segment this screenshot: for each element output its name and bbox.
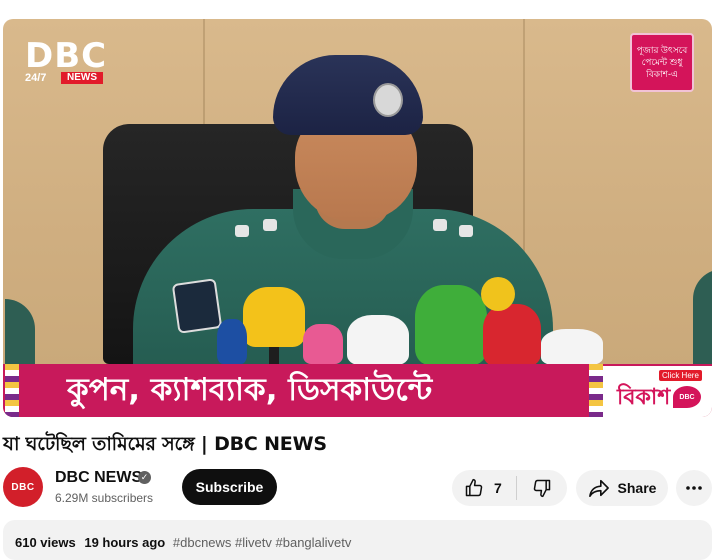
upload-age: 19 hours ago: [84, 535, 166, 550]
video-player[interactable]: DBC 24/7 NEWS পূজার উৎসবে পেমেন্ট শুধু ব…: [3, 19, 712, 417]
logo-news: NEWS: [61, 72, 103, 84]
subscriber-count: 6.29M subscribers: [55, 491, 154, 505]
corner-ad-line: পেমেন্ট শুধু: [641, 57, 683, 67]
share-arrow-icon: [588, 478, 610, 498]
logo-247: 24/7: [25, 72, 47, 84]
ad-pattern-right: [589, 364, 603, 417]
microphone: [483, 304, 541, 366]
channel-avatar[interactable]: DBC: [3, 467, 43, 507]
rank-star: [263, 219, 277, 231]
verified-check-icon: ✓: [138, 471, 151, 484]
subscribe-button[interactable]: Subscribe: [182, 469, 277, 505]
video-title: যা ঘটেছিল তামিমের সঙ্গে | DBC NEWS: [3, 433, 327, 455]
rank-star: [459, 225, 473, 237]
ad-click-here[interactable]: Click Here: [659, 370, 702, 381]
hashtags[interactable]: #dbcnews #livetv #banglalivetv: [173, 535, 352, 550]
microphone-badge: [481, 277, 515, 311]
microphone: [415, 285, 487, 365]
like-count: 7: [494, 480, 502, 496]
ad-brand: বিকাশ: [617, 385, 671, 410]
like-button[interactable]: 7: [452, 470, 516, 506]
more-actions-button[interactable]: [676, 470, 712, 506]
ad-pattern-left: [5, 364, 19, 417]
channel-name[interactable]: DBC NEWS: [55, 469, 142, 487]
like-dislike-group: 7: [452, 470, 567, 506]
share-label: Share: [617, 480, 657, 496]
channel-watermark-logo: DBC 24/7 NEWS: [25, 39, 133, 85]
view-count: 610 views: [15, 535, 76, 550]
corner-ad-line: পূজার উৎসবে: [636, 45, 688, 55]
beret-badge: [373, 83, 403, 117]
corner-ad-badge: পূজার উৎসবে পেমেন্ট শুধু বিকাশ-এ: [630, 33, 694, 92]
microphone: [303, 324, 343, 364]
rank-star: [235, 225, 249, 237]
microphone: [541, 329, 603, 365]
rank-star: [433, 219, 447, 231]
description-box[interactable]: 610 views 19 hours ago #dbcnews #livetv …: [3, 520, 712, 560]
ad-brand-panel[interactable]: বিকাশ Click Here DBC: [603, 366, 712, 417]
ad-banner[interactable]: কুপন, ক্যাশব্যাক, ডিসকাউন্টে বিকাশ Click…: [3, 364, 712, 417]
logo-text: DBC: [25, 36, 108, 76]
microphone: [347, 315, 409, 365]
share-button[interactable]: Share: [576, 470, 668, 506]
description-meta-line: 610 views 19 hours ago #dbcnews #livetv …: [15, 535, 351, 550]
more-dots-icon: [686, 486, 702, 490]
microphone: [243, 287, 305, 347]
corner-ad-line: বিকাশ-এ: [646, 69, 678, 79]
thumb-up-icon: [464, 478, 484, 498]
microphone: [217, 319, 247, 364]
thumb-down-icon: [532, 478, 552, 498]
dislike-button[interactable]: [517, 470, 567, 506]
ad-brand-logo: DBC: [673, 386, 701, 408]
ad-banner-text: কুপন, ক্যাশব্যাক, ডিসকাউন্টে: [67, 372, 433, 408]
shoulder-patch: [171, 278, 223, 334]
